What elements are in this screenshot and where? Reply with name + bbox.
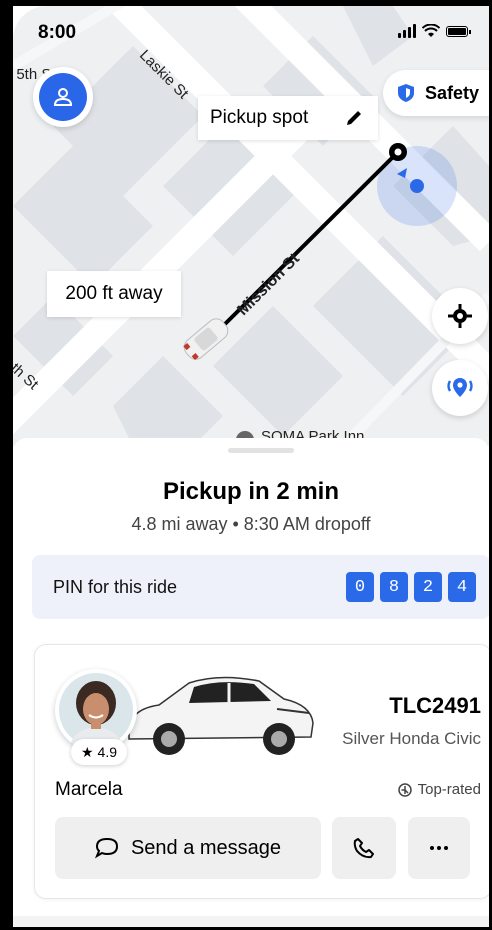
trip-subtitle: 4.8 mi away • 8:30 AM dropoff <box>131 514 371 534</box>
safety-label: Safety <box>425 82 480 103</box>
safety-button[interactable]: Safety <box>383 70 492 116</box>
send-message-button[interactable]: Send a message <box>55 817 321 879</box>
send-message-label: Send a message <box>130 836 282 859</box>
pencil-icon[interactable] <box>344 108 364 128</box>
badge-label: Top-rated <box>417 781 481 798</box>
ellipsis-icon <box>430 846 448 850</box>
car-model: Silver Honda Civic <box>342 729 481 748</box>
phone-screen: Laskie St Mission St A 5th St th St SOMA… <box>0 0 492 930</box>
status-icons <box>398 24 471 38</box>
chat-bubble-icon <box>94 837 118 859</box>
star-icon: ★ <box>80 743 94 760</box>
user-location-dot <box>410 179 424 193</box>
pickup-spot-label[interactable]: Pickup spot <box>198 96 378 140</box>
device-frame <box>0 0 13 930</box>
battery-icon <box>446 25 471 37</box>
trip-sheet: Pickup in 2 min 4.8 mi away • 8:30 AM dr… <box>13 438 492 930</box>
phone-icon <box>353 838 374 859</box>
pin-digits: 0 8 2 4 <box>346 572 476 602</box>
pin-digit: 0 <box>346 572 374 602</box>
more-options-button[interactable] <box>408 817 470 879</box>
pin-label: PIN for this ride <box>53 576 178 597</box>
top-rated-badge: Top-rated <box>397 781 481 798</box>
badge-icon <box>397 782 412 797</box>
status-time: 8:00 <box>38 22 77 43</box>
call-button[interactable] <box>332 817 396 879</box>
pin-digit: 4 <box>448 572 476 602</box>
location-share-button[interactable] <box>432 360 488 416</box>
wifi-icon <box>422 24 440 37</box>
driver-name: Marcela <box>55 779 123 800</box>
crosshair-icon <box>448 304 472 328</box>
profile-button[interactable] <box>33 67 93 127</box>
device-frame <box>0 0 492 6</box>
driver-rating: ★ 4.9 <box>71 739 127 765</box>
pin-digit: 8 <box>380 572 408 602</box>
signal-icon <box>398 24 416 38</box>
car-image <box>128 676 314 755</box>
sheet-handle[interactable] <box>228 448 294 453</box>
driver-card[interactable]: ★ 4.9 TLC2491 Silver Honda Civic Marcela… <box>34 644 492 899</box>
rating-value: 4.9 <box>97 744 118 760</box>
pickup-spot-text: Pickup spot <box>210 107 309 128</box>
location-pin-icon <box>447 378 473 397</box>
license-plate: TLC2491 <box>389 693 481 718</box>
person-icon <box>53 88 73 106</box>
ride-pin: PIN for this ride 0 8 2 4 <box>32 555 490 619</box>
shield-icon <box>398 84 414 102</box>
recenter-button[interactable] <box>432 288 488 344</box>
distance-label: 200 ft away <box>47 271 181 317</box>
pin-digit: 2 <box>414 572 442 602</box>
pickup-eta-title: Pickup in 2 min <box>162 478 340 505</box>
